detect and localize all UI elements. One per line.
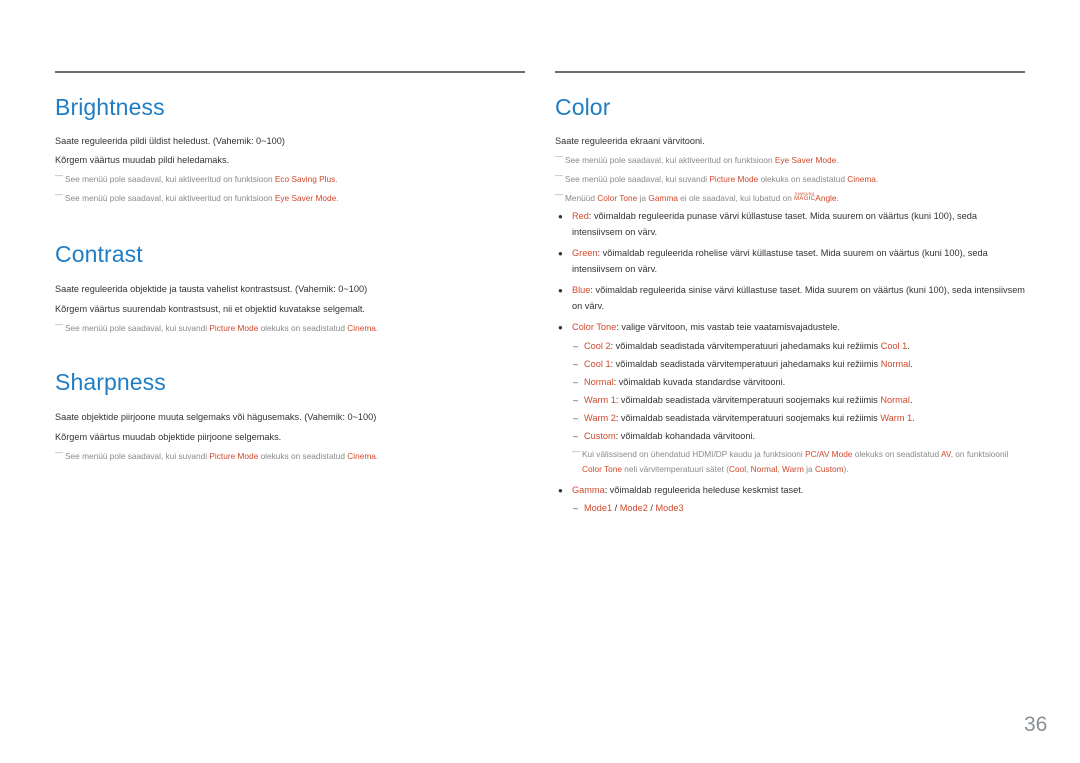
samsung-magic-logo-icon: SAMSUNG MAGIC <box>794 192 816 202</box>
picture-mode-ref: Picture Mode <box>709 174 759 184</box>
tone-item-custom: – Custom: võimaldab kohandada värvitooni. <box>573 430 756 441</box>
color-note-picture-mode: — See menüü pole saadaval, kui suvandi Pi… <box>555 171 879 184</box>
brightness-detail: Kõrgem väärtus muudab pildi heledamaks. <box>55 155 230 165</box>
cinema-ref: Cinema <box>347 451 376 461</box>
note-dash-icon: — <box>572 446 580 456</box>
bullet-icon: ● <box>558 249 563 258</box>
tone-item-cool2: – Cool 2: võimaldab seadistada värvitempe… <box>573 340 910 351</box>
list-item-green: ● Green: võimaldab reguleerida rohelise v… <box>558 248 988 274</box>
right-column: Color Saate reguleerida ekraani värvitoo… <box>555 71 1025 515</box>
dash-icon: – <box>573 430 579 441</box>
eye-saver-mode-ref: Eye Saver Mode <box>274 193 337 203</box>
contrast-detail: Kõrgem väärtus suurendab kontrastsust, n… <box>55 304 365 314</box>
color-note-eye-saver: — See menüü pole saadaval, kui aktiveerit… <box>555 152 839 165</box>
gamma-ref: Gamma <box>648 193 678 203</box>
angle-ref: Angle <box>815 193 837 203</box>
brightness-note-eye-saver: — See menüü pole saadaval, kui aktiveerit… <box>55 190 339 203</box>
contrast-section: Contrast Saate reguleerida objektide ja … <box>55 240 525 334</box>
dash-icon: – <box>573 340 579 351</box>
dash-icon: – <box>573 412 579 423</box>
eye-saver-mode-ref: Eye Saver Mode <box>774 155 837 165</box>
color-tone-options: – Cool 2: võimaldab seadistada värvitempe… <box>555 340 1025 443</box>
tone-item-warm1: – Warm 1: võimaldab seadistada värvitempe… <box>573 394 913 405</box>
cinema-ref: Cinema <box>347 323 376 333</box>
list-item-color-tone: ● Color Tone: valige värvitoon, mis vasta… <box>555 320 1025 336</box>
section-divider <box>55 71 525 73</box>
tone-item-normal: – Normal: võimaldab kuvada standardse vär… <box>573 376 786 387</box>
color-title: Color <box>555 94 611 120</box>
list-item-gamma: ● Gamma: võimaldab reguleerida heleduse k… <box>555 483 1025 499</box>
color-options-list: ● Red: võimaldab reguleerida punase värvi… <box>555 209 1025 336</box>
eco-saving-plus-ref: Eco Saving Plus <box>274 174 336 184</box>
dash-icon: – <box>573 358 579 369</box>
picture-mode-ref: Picture Mode <box>209 323 259 333</box>
bullet-icon: ● <box>558 323 563 332</box>
sharpness-note: — See menüü pole saadaval, kui suvandi Pi… <box>55 448 379 461</box>
sharpness-description: Saate objektide piirjoone muuta selgemak… <box>55 412 377 422</box>
color-note-magic-angle: — Menüüd Color Tone ja Gamma ei ole saada… <box>555 190 839 203</box>
note-dash-icon: — <box>555 152 563 161</box>
contrast-note: — See menüü pole saadaval, kui suvandi Pi… <box>55 320 379 333</box>
section-divider <box>555 71 1025 73</box>
contrast-title: Contrast <box>55 241 143 267</box>
color-tone-hdmi-note: — Kui välissisend on ühendatud HDMI/DP ka… <box>555 447 1022 477</box>
tone-item-cool1: – Cool 1: võimaldab seadistada värvitempe… <box>573 358 913 369</box>
page-number: 36 <box>1024 713 1048 736</box>
brightness-section: Brightness Saate reguleerida pildi üldis… <box>55 93 525 204</box>
left-column: Brightness Saate reguleerida pildi üldis… <box>55 71 525 462</box>
color-description: Saate reguleerida ekraani värvitooni. <box>555 136 705 146</box>
note-dash-icon: — <box>55 171 63 180</box>
color-tone-ref: Color Tone <box>597 193 638 203</box>
cinema-ref: Cinema <box>847 174 876 184</box>
color-section: Color Saate reguleerida ekraani värvitoo… <box>555 93 1025 515</box>
list-item-red: ● Red: võimaldab reguleerida punase värvi… <box>558 211 977 237</box>
picture-mode-ref: Picture Mode <box>209 451 259 461</box>
bullet-icon: ● <box>558 212 563 221</box>
sharpness-section: Sharpness Saate objektide piirjoone muut… <box>55 368 525 462</box>
gamma-modes: – Mode1 / Mode2 / Mode3 <box>573 503 684 513</box>
dash-icon: – <box>573 503 579 513</box>
dash-icon: – <box>573 394 579 405</box>
list-item-blue: ● Blue: võimaldab reguleerida sinise värv… <box>558 285 1025 311</box>
brightness-note-eco: — See menüü pole saadaval, kui aktiveerit… <box>55 171 338 184</box>
brightness-title: Brightness <box>55 94 165 120</box>
dash-icon: – <box>573 376 579 387</box>
sharpness-title: Sharpness <box>55 369 166 395</box>
note-dash-icon: — <box>555 190 563 199</box>
bullet-icon: ● <box>558 286 563 295</box>
contrast-description: Saate reguleerida objektide ja tausta va… <box>55 284 368 294</box>
brightness-description: Saate reguleerida pildi üldist heledust.… <box>55 136 285 146</box>
sharpness-detail: Kõrgem väärtus muudab objektide piirjoon… <box>55 432 282 442</box>
note-dash-icon: — <box>55 448 63 457</box>
bullet-icon: ● <box>558 485 563 495</box>
note-dash-icon: — <box>55 320 63 329</box>
note-dash-icon: — <box>555 171 563 180</box>
note-dash-icon: — <box>55 190 63 199</box>
tone-item-warm2: – Warm 2: võimaldab seadistada värvitempe… <box>573 412 915 423</box>
